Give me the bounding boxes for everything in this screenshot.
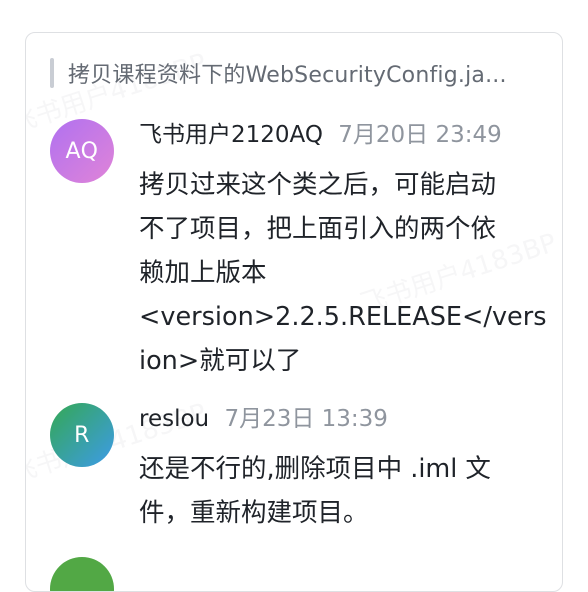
- avatar[interactable]: R: [50, 403, 114, 467]
- comment-content: 拷贝过来这个类之后，可能启动 不了项目，把上面引入的两个依 赖加上版本 <ver…: [139, 163, 549, 383]
- comment-line: 还是不行的,删除项目中 .iml 文: [139, 454, 491, 484]
- comment-author[interactable]: reslou: [139, 406, 209, 432]
- comment-time: 7月20日 23:49: [338, 122, 502, 148]
- quote-bar: [50, 58, 54, 88]
- avatar[interactable]: [50, 557, 114, 591]
- comment-line: ion>就可以了: [139, 346, 302, 376]
- quoted-text: 拷贝课程资料下的WebSecurityConfig.ja...: [68, 63, 507, 88]
- comment-card: 飞书用户4183BP 飞书用户4183BP 飞书用户4183BP 拷贝课程资料下…: [25, 32, 563, 592]
- comment-line: 拷贝过来这个类之后，可能启动: [139, 170, 497, 200]
- avatar[interactable]: AQ: [50, 119, 114, 183]
- comment-time: 7月23日 13:39: [224, 406, 388, 432]
- comment-author[interactable]: 飞书用户2120AQ: [139, 122, 323, 148]
- comment-line: 不了项目，把上面引入的两个依: [139, 214, 497, 244]
- comment-line: <version>2.2.5.RELEASE</vers: [139, 302, 547, 332]
- comment-line: 赖加上版本: [139, 258, 267, 288]
- comment-content: 还是不行的,删除项目中 .iml 文 件，重新构建项目。: [139, 447, 549, 535]
- quoted-reference[interactable]: 拷贝课程资料下的WebSecurityConfig.ja...: [50, 57, 530, 89]
- comment-meta: 飞书用户2120AQ 7月20日 23:49: [139, 119, 502, 151]
- comment-meta: reslou 7月23日 13:39: [139, 403, 388, 435]
- comment-line: 件，重新构建项目。: [139, 498, 369, 528]
